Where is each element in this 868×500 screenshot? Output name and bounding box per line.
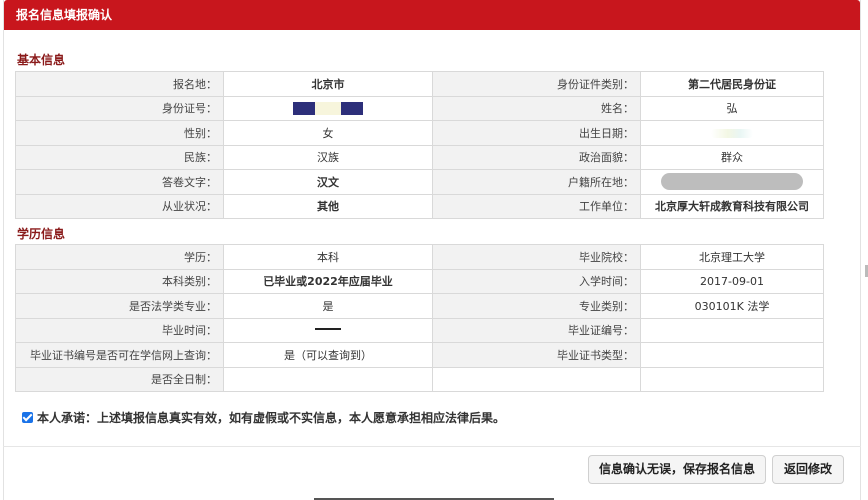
table-row: 答卷文字： 汉文 户籍所在地： <box>15 169 824 195</box>
redaction-mask <box>315 327 341 330</box>
value-diploma-type <box>640 342 824 368</box>
label-diploma-type: 毕业证书类型： <box>432 342 641 368</box>
pledge-row[interactable]: 本人承诺：上述填报信息真实有效，如有虚假或不实信息，本人愿意承担相应法律后果。 <box>22 409 505 426</box>
value-undergrad-category: 已毕业或2022年应届毕业 <box>223 268 433 294</box>
education-info-heading: 学历信息 <box>17 227 66 241</box>
label-undergrad-category: 本科类别： <box>15 268 224 294</box>
label-diploma-chsi-verifiable: 毕业证书编号是否可在学信网上查询： <box>15 342 224 368</box>
label-graduate-school: 毕业院校： <box>432 244 641 270</box>
table-row: 性别： 女 出生日期： <box>15 120 824 146</box>
redaction-mask <box>315 102 341 115</box>
value-name: 弘 <box>640 95 824 121</box>
value-graduation-date-redacted <box>223 317 433 343</box>
label-household-registration: 户籍所在地： <box>432 169 641 195</box>
empty-cell <box>432 366 641 392</box>
basic-info-table: 报名地： 北京市 身份证件类别： 第二代居民身份证 身份证号： 姓名： 弘 性别… <box>15 71 824 219</box>
value-diploma-chsi-verifiable: 是（可以查询到） <box>223 342 433 368</box>
label-gender: 性别： <box>15 120 224 146</box>
table-row: 民族： 汉族 政治面貌： 群众 <box>15 144 824 170</box>
label-diploma-number: 毕业证编号： <box>432 317 641 343</box>
value-household-registration-redacted <box>640 169 824 195</box>
label-education-level: 学历： <box>15 244 224 270</box>
label-registration-place: 报名地： <box>15 71 224 97</box>
label-ethnicity: 民族： <box>15 144 224 170</box>
value-birth-date-redacted <box>640 120 824 146</box>
dialog-title: 报名信息填报确认 <box>4 0 860 30</box>
label-political-status: 政治面貌： <box>432 144 641 170</box>
redaction-mask <box>711 128 753 138</box>
confirm-save-button[interactable]: 信息确认无误，保存报名信息 <box>588 455 766 484</box>
table-row: 是否法学类专业： 是 专业类别： 030101K 法学 <box>15 293 824 319</box>
pledge-text: 本人承诺：上述填报信息真实有效，如有虚假或不实信息，本人愿意承担相应法律后果。 <box>37 411 506 425</box>
value-political-status: 群众 <box>640 144 824 170</box>
redaction-mask <box>661 173 803 191</box>
empty-cell <box>640 366 824 392</box>
value-employer: 北京厚大轩成教育科技有限公司 <box>640 193 824 219</box>
value-graduate-school: 北京理工大学 <box>640 244 824 270</box>
value-id-number-redacted <box>223 95 433 121</box>
redaction-mask <box>341 102 363 115</box>
table-row: 学历： 本科 毕业院校： 北京理工大学 <box>15 244 824 270</box>
value-answer-language: 汉文 <box>223 169 433 195</box>
value-id-type: 第二代居民身份证 <box>640 71 824 97</box>
label-employer: 工作单位： <box>432 193 641 219</box>
label-is-law-major: 是否法学类专业： <box>15 293 224 319</box>
label-full-time: 是否全日制： <box>15 366 224 392</box>
value-diploma-number <box>640 317 824 343</box>
value-is-law-major: 是 <box>223 293 433 319</box>
value-full-time <box>223 366 433 392</box>
table-row: 毕业时间： 毕业证编号： <box>15 317 824 343</box>
table-row: 身份证号： 姓名： 弘 <box>15 95 824 121</box>
value-ethnicity: 汉族 <box>223 144 433 170</box>
value-registration-place: 北京市 <box>223 71 433 97</box>
table-row: 毕业证书编号是否可在学信网上查询： 是（可以查询到） 毕业证书类型： <box>15 342 824 368</box>
table-row: 报名地： 北京市 身份证件类别： 第二代居民身份证 <box>15 71 824 97</box>
redaction-mask <box>293 102 315 115</box>
value-gender: 女 <box>223 120 433 146</box>
label-id-number: 身份证号： <box>15 95 224 121</box>
table-row: 本科类别： 已毕业或2022年应届毕业 入学时间： 2017-09-01 <box>15 268 824 294</box>
label-enrollment-date: 入学时间： <box>432 268 641 294</box>
table-row: 是否全日制： <box>15 366 824 392</box>
label-answer-language: 答卷文字： <box>15 169 224 195</box>
label-birth-date: 出生日期： <box>432 120 641 146</box>
pledge-checkbox[interactable] <box>22 412 33 423</box>
label-employment-status: 从业状况： <box>15 193 224 219</box>
value-education-level: 本科 <box>223 244 433 270</box>
back-to-edit-button[interactable]: 返回修改 <box>772 455 844 484</box>
label-name: 姓名： <box>432 95 641 121</box>
value-major-category: 030101K 法学 <box>640 293 824 319</box>
table-row: 从业状况： 其他 工作单位： 北京厚大轩成教育科技有限公司 <box>15 193 824 219</box>
basic-info-heading: 基本信息 <box>17 53 66 67</box>
label-id-type: 身份证件类别： <box>432 71 641 97</box>
label-major-category: 专业类别： <box>432 293 641 319</box>
value-enrollment-date: 2017-09-01 <box>640 268 824 294</box>
label-graduation-date: 毕业时间： <box>15 317 224 343</box>
education-info-table: 学历： 本科 毕业院校： 北京理工大学 本科类别： 已毕业或2022年应届毕业 … <box>15 244 824 392</box>
footer-divider <box>3 446 861 447</box>
value-employment-status: 其他 <box>223 193 433 219</box>
